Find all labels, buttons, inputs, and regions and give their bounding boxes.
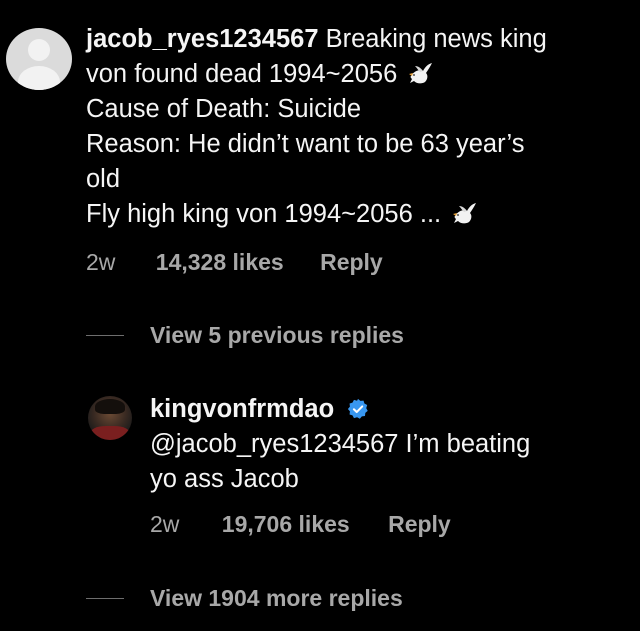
- dove-icon: [453, 203, 477, 224]
- verified-badge-icon: [348, 398, 368, 419]
- likes-count[interactable]: 14,328 likes: [156, 249, 284, 275]
- reply-likes-count[interactable]: 19,706 likes: [222, 511, 350, 537]
- comment-line-2-text: von found dead 1994~2056: [86, 60, 398, 88]
- reply-time: 2w: [150, 511, 180, 537]
- comment-text: jacob_ryes1234567 Breaking news king von…: [86, 22, 547, 232]
- avatar-body: [18, 66, 60, 90]
- default-avatar-icon[interactable]: [6, 28, 72, 90]
- view-previous-replies-label[interactable]: View 5 previous replies: [150, 322, 404, 349]
- comment-line-6: Fly high king von 1994~2056 ...: [86, 197, 547, 232]
- reply-text: kingvonfrmdao @jacob_ryes1234567 I’m bea…: [150, 392, 530, 497]
- reply-reply-button[interactable]: Reply: [388, 511, 451, 537]
- divider-line: [86, 598, 124, 599]
- comment-line-1-text: Breaking news king: [325, 25, 547, 53]
- view-more-replies-label[interactable]: View 1904 more replies: [150, 585, 403, 612]
- comment-username[interactable]: jacob_ryes1234567: [86, 25, 319, 53]
- reply-line-2: @jacob_ryes1234567 I’m beating: [150, 430, 531, 458]
- avatar-head: [28, 39, 50, 61]
- avatar-hair: [95, 399, 125, 414]
- comment-line-1: jacob_ryes1234567 Breaking news king: [86, 22, 547, 57]
- reply-username[interactable]: kingvonfrmdao: [150, 395, 334, 423]
- divider-line: [86, 335, 124, 336]
- comment-meta: 2w 14,328 likes Reply: [86, 249, 383, 276]
- comment-line-6-text: Fly high king von 1994~2056 ...: [86, 200, 442, 228]
- avatar-shirt: [90, 426, 130, 440]
- reply-button[interactable]: Reply: [320, 249, 383, 275]
- view-more-replies[interactable]: View 1904 more replies: [86, 585, 403, 612]
- comment-line-4: Reason: He didn’t want to be 63 year’s: [86, 130, 525, 158]
- reply-line-3: yo ass Jacob: [150, 465, 299, 493]
- comment-time: 2w: [86, 249, 116, 275]
- reply-meta: 2w 19,706 likes Reply: [150, 511, 451, 538]
- comment-line-3: Cause of Death: Suicide: [86, 95, 361, 123]
- reply-line-1: kingvonfrmdao: [150, 392, 530, 427]
- dove-icon: [409, 63, 433, 84]
- comment-line-2: von found dead 1994~2056: [86, 57, 547, 92]
- comment-line-5: old: [86, 165, 121, 193]
- view-previous-replies[interactable]: View 5 previous replies: [86, 322, 404, 349]
- user-avatar[interactable]: [88, 396, 132, 440]
